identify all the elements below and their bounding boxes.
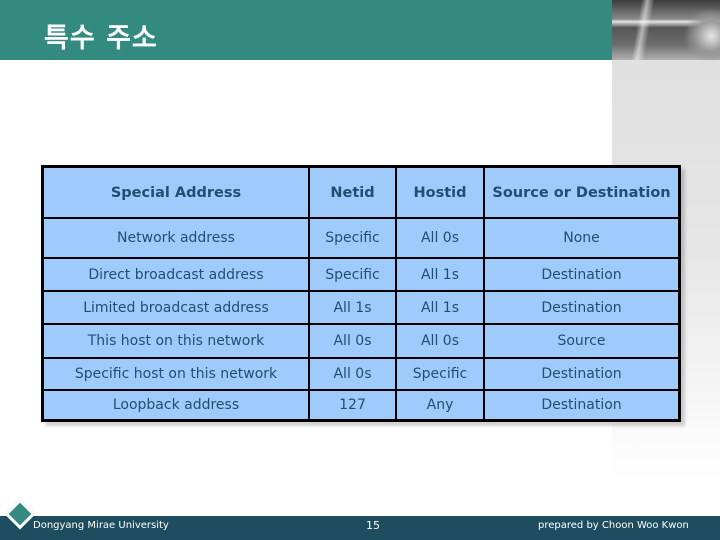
table-row: Network address Specific All 0s None (41, 217, 681, 259)
header-netid: Netid (308, 165, 397, 219)
cell-hostid: All 0s (395, 323, 485, 359)
cell-hostid: Any (395, 389, 485, 422)
header-hostid: Hostid (395, 165, 485, 219)
cell-source-or-destination: Destination (483, 257, 681, 292)
cell-special-address: Loopback address (41, 389, 310, 422)
footer-author: prepared by Choon Woo Kwon (538, 520, 689, 531)
cell-hostid: All 0s (395, 217, 485, 259)
cell-netid: All 1s (308, 290, 397, 325)
cell-netid: All 0s (308, 323, 397, 359)
special-address-table-wrap: Special Address Netid Hostid Source or D… (41, 165, 681, 422)
cell-hostid: Specific (395, 357, 485, 391)
table-header-row: Special Address Netid Hostid Source or D… (41, 165, 681, 219)
footer-school-name: Dongyang Mirae University (33, 520, 169, 531)
cell-netid: Specific (308, 217, 397, 259)
cell-special-address: Direct broadcast address (41, 257, 310, 292)
cell-netid: Specific (308, 257, 397, 292)
cell-hostid: All 1s (395, 290, 485, 325)
special-address-table: Special Address Netid Hostid Source or D… (41, 165, 681, 422)
slide-title: 특수 주소 (44, 23, 158, 54)
cell-source-or-destination: Destination (483, 389, 681, 422)
table-row: This host on this network All 0s All 0s … (41, 323, 681, 359)
table-row: Direct broadcast address Specific All 1s… (41, 257, 681, 292)
cell-netid: All 0s (308, 357, 397, 391)
cell-source-or-destination: Source (483, 323, 681, 359)
cell-special-address: Network address (41, 217, 310, 259)
cell-source-or-destination: None (483, 217, 681, 259)
cell-special-address: Limited broadcast address (41, 290, 310, 325)
header-source-or-destination: Source or Destination (483, 165, 681, 219)
table-row: Specific host on this network All 0s Spe… (41, 357, 681, 391)
cell-hostid: All 1s (395, 257, 485, 292)
cell-special-address: This host on this network (41, 323, 310, 359)
header-special-address: Special Address (41, 165, 310, 219)
cell-source-or-destination: Destination (483, 357, 681, 391)
cell-netid: 127 (308, 389, 397, 422)
cell-source-or-destination: Destination (483, 290, 681, 325)
header-photo (612, 0, 720, 60)
page-number: 15 (366, 519, 380, 532)
table-row: Limited broadcast address All 1s All 1s … (41, 290, 681, 325)
cell-special-address: Specific host on this network (41, 357, 310, 391)
table-row: Loopback address 127 Any Destination (41, 389, 681, 422)
